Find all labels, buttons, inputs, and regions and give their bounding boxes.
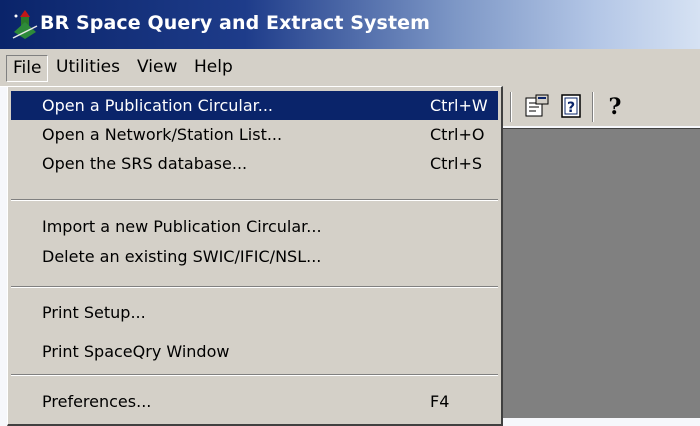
whats-this-help-icon[interactable]: ? — [600, 92, 630, 120]
title-bar[interactable]: BR Space Query and Extract System — [0, 0, 700, 49]
menu-import-publication-circular[interactable]: Import a new Publication Circular... — [11, 212, 498, 241]
menu-item-shortcut: Ctrl+W — [430, 96, 488, 115]
svg-text:?: ? — [609, 94, 622, 120]
menu-item-label: Print SpaceQry Window — [42, 342, 230, 361]
file-menu-dropdown: Open a Publication Circular... Ctrl+W Op… — [7, 86, 503, 426]
menu-item-label: Open the SRS database... — [42, 154, 248, 173]
toolbar-separator — [592, 92, 594, 122]
menu-item-label: Preferences... — [42, 392, 152, 411]
menu-item-shortcut: Ctrl+S — [430, 154, 483, 173]
svg-text:?: ? — [567, 100, 575, 116]
menu-help[interactable]: Help — [188, 55, 239, 80]
menu-open-srs-database[interactable]: Open the SRS database... Ctrl+S — [11, 149, 498, 178]
menu-open-publication-circular[interactable]: Open a Publication Circular... Ctrl+W — [11, 91, 498, 120]
workspace-area[interactable] — [500, 128, 700, 418]
menu-separator — [11, 199, 498, 201]
menu-item-label: Open a Network/Station List... — [42, 125, 283, 144]
help-topics-icon[interactable]: ? — [556, 92, 586, 120]
menu-open-network-station-list[interactable]: Open a Network/Station List... Ctrl+O — [11, 120, 498, 149]
menu-item-shortcut: Ctrl+O — [430, 125, 485, 144]
menu-preferences[interactable]: Preferences... F4 — [11, 387, 498, 416]
toolbar: ? ? — [500, 86, 700, 126]
menu-delete-swic-ific-nsl[interactable]: Delete an existing SWIC/IFIC/NSL... — [11, 242, 498, 271]
menu-item-label: Open a Publication Circular... — [42, 96, 273, 115]
menu-item-label: Delete an existing SWIC/IFIC/NSL... — [42, 247, 322, 266]
menu-bar: File Utilities View Help — [0, 49, 700, 87]
menu-print-setup[interactable]: Print Setup... — [11, 298, 498, 327]
properties-icon[interactable] — [522, 92, 552, 120]
toolbar-separator — [510, 92, 512, 122]
menu-item-label: Print Setup... — [42, 303, 146, 322]
menu-print-spaceqry-window[interactable]: Print SpaceQry Window — [11, 337, 498, 366]
window-title: BR Space Query and Extract System — [40, 12, 431, 34]
menu-view[interactable]: View — [131, 55, 183, 80]
menu-item-label: Import a new Publication Circular... — [42, 217, 322, 236]
menu-separator — [11, 286, 498, 288]
menu-utilities[interactable]: Utilities — [50, 55, 126, 80]
menu-file[interactable]: File — [6, 55, 49, 82]
menu-separator — [11, 374, 498, 376]
app-icon — [12, 10, 38, 39]
menu-item-shortcut: F4 — [430, 392, 450, 411]
